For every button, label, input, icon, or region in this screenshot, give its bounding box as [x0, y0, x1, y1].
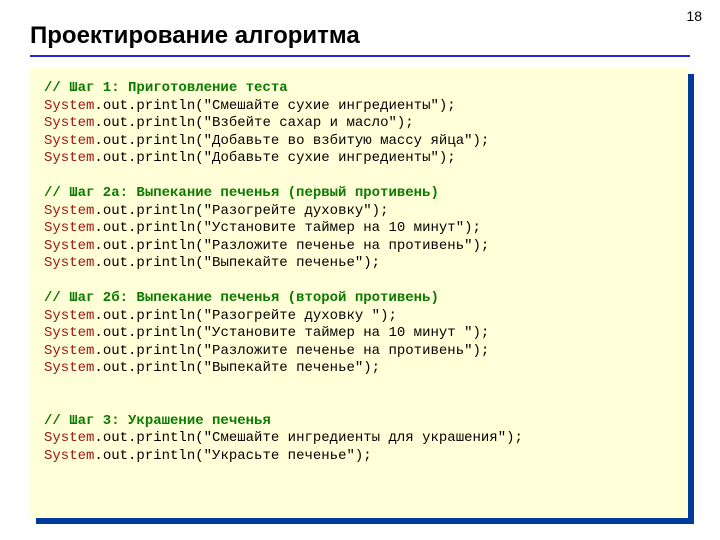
code-arg: ("Смешайте ингредиенты для украшения"); [195, 430, 523, 446]
code-comment-1: // Шаг 1: Приготовление теста [44, 80, 288, 96]
code-sys: System [44, 133, 94, 149]
code-sys: System [44, 98, 94, 114]
code-arg: ("Установите таймер на 10 минут "); [195, 325, 489, 341]
code-call: .out.println [94, 133, 195, 149]
code-call: .out.println [94, 308, 195, 324]
code-arg: ("Разложите печенье на противень"); [195, 343, 489, 359]
page-number: 18 [686, 8, 702, 24]
code-call: .out.println [94, 430, 195, 446]
code-sys: System [44, 360, 94, 376]
title-underline [30, 55, 690, 57]
code-comment-2: // Шаг 2а: Выпекание печенья (первый про… [44, 185, 439, 201]
code-arg: ("Взбейте сахар и масло"); [195, 115, 413, 131]
code-sys: System [44, 220, 94, 236]
code-arg: ("Смешайте сухие ингредиенты"); [195, 98, 455, 114]
code-sys: System [44, 150, 94, 166]
code-sys: System [44, 325, 94, 341]
code-call: .out.println [94, 325, 195, 341]
code-sys: System [44, 115, 94, 131]
code-call: .out.println [94, 448, 195, 464]
code-call: .out.println [94, 255, 195, 271]
code-arg: ("Установите таймер на 10 минут"); [195, 220, 481, 236]
code-call: .out.println [94, 203, 195, 219]
code-sys: System [44, 308, 94, 324]
code-sys: System [44, 255, 94, 271]
code-sys: System [44, 203, 94, 219]
code-call: .out.println [94, 238, 195, 254]
code-block: // Шаг 1: Приготовление теста System.out… [30, 68, 688, 518]
code-arg: ("Украсьте печенье"); [195, 448, 371, 464]
code-arg: ("Разогрейте духовку"); [195, 203, 388, 219]
code-sys: System [44, 430, 94, 446]
code-arg: ("Добавьте сухие ингредиенты"); [195, 150, 455, 166]
code-call: .out.println [94, 150, 195, 166]
code-sys: System [44, 448, 94, 464]
code-sys: System [44, 238, 94, 254]
code-arg: ("Разложите печенье на противень"); [195, 238, 489, 254]
code-call: .out.println [94, 115, 195, 131]
code-arg: ("Выпекайте печенье"); [195, 255, 380, 271]
page-title: Проектирование алгоритма [30, 22, 360, 50]
code-call: .out.println [94, 220, 195, 236]
code-call: .out.println [94, 98, 195, 114]
code-call: .out.println [94, 360, 195, 376]
code-arg: ("Добавьте во взбитую массу яйца"); [195, 133, 489, 149]
code-call: .out.println [94, 343, 195, 359]
code-arg: ("Выпекайте печенье"); [195, 360, 380, 376]
code-arg: ("Разогрейте духовку "); [195, 308, 397, 324]
code-comment-4: // Шаг 3: Украшение печенья [44, 413, 271, 429]
code-sys: System [44, 343, 94, 359]
code-comment-3: // Шаг 2б: Выпекание печенья (второй про… [44, 290, 439, 306]
